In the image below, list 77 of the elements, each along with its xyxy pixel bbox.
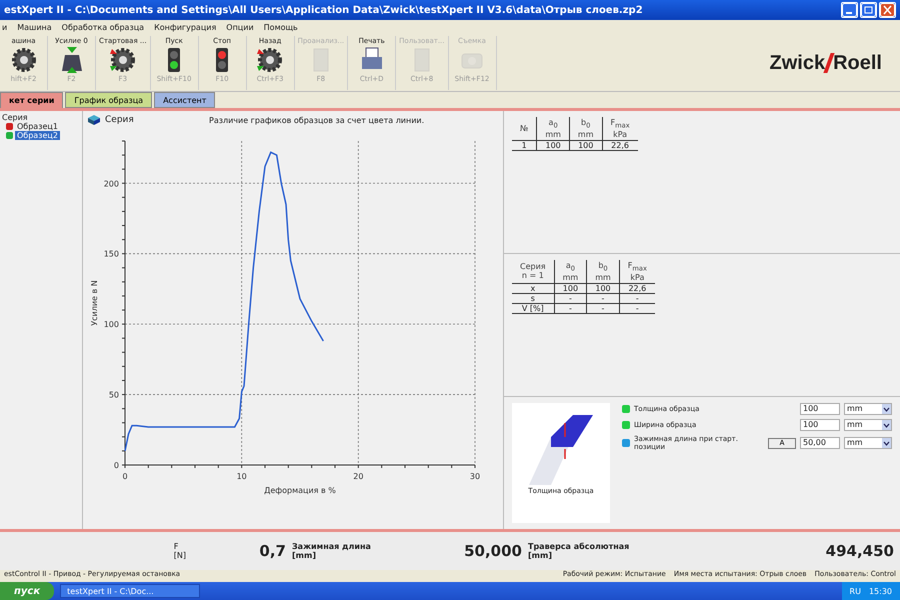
y-tick-label: 100: [104, 320, 119, 330]
reading-value: 494,450: [826, 542, 894, 560]
table-cell: 1: [512, 140, 537, 150]
unit-dropdown[interactable]: mm: [844, 419, 892, 431]
reading-value: 50,000: [464, 542, 522, 560]
reading-name: F: [174, 542, 180, 551]
table-cell: -: [586, 293, 620, 304]
menu-item[interactable]: Обработка образца: [62, 23, 144, 32]
table-cell: 22,6: [619, 283, 655, 294]
y-tick-label: 50: [108, 390, 119, 400]
value-field[interactable]: 100: [800, 403, 840, 415]
table-cell: -: [619, 293, 655, 304]
column-header: F$_{max}$ kPa: [619, 260, 655, 284]
caret-icon: [882, 420, 891, 430]
value-field[interactable]: 100: [800, 419, 840, 431]
table-cell: -: [619, 303, 655, 314]
table-cell: 100: [554, 283, 587, 294]
x-tick-label: 30: [470, 472, 480, 481]
tab[interactable]: Ассистент: [154, 92, 216, 108]
language-indicator[interactable]: RU: [850, 586, 861, 596]
maximize-button[interactable]: [860, 2, 877, 18]
table-cell: 100: [586, 283, 620, 294]
caret-icon: [882, 438, 891, 448]
unit-dropdown[interactable]: mm: [844, 437, 892, 449]
table-cell: -: [554, 303, 587, 314]
tree-item[interactable]: Образец1: [15, 122, 60, 131]
table-cell: V [%]: [512, 303, 554, 314]
reading-unit: [N]: [174, 551, 186, 560]
table-cell: 100: [569, 140, 602, 150]
column-header: b$_{0}$ mm: [586, 260, 620, 284]
reading-name: Траверса абсолютная: [528, 542, 630, 551]
menu-item[interactable]: Опции: [226, 23, 254, 32]
window-title: estXpert II - C:\Documents and Settings\All Users\Application Data\Zwick\testXpert II V3.6\data\Отрыв слоев.zp2: [4, 4, 643, 16]
menu-item[interactable]: Машина: [17, 23, 52, 32]
column-header: Серия n = 1: [512, 260, 554, 284]
column-header: b$_{0}$ mm: [569, 117, 602, 140]
table-cell: 22,6: [602, 140, 638, 150]
start-button[interactable]: пуск: [0, 582, 54, 600]
column-header: a$_{0}$ mm: [536, 117, 570, 140]
y-axis-label: Усилие в N: [90, 280, 99, 326]
tree-item[interactable]: Образец2: [15, 131, 60, 140]
x-tick-label: 20: [353, 472, 364, 481]
unit-dropdown[interactable]: mm: [844, 403, 892, 415]
reading-unit: [mm]: [528, 551, 553, 560]
chart-title: Различие графиков образцов за счет цвета линии.: [209, 116, 424, 124]
table-cell: 100: [536, 140, 570, 150]
y-tick-label: 0: [114, 461, 119, 470]
x-tick-label: 10: [236, 472, 247, 481]
panel-heading: Серия: [105, 115, 135, 125]
column-header: №: [512, 117, 537, 140]
column-header: a$_{0}$ mm: [554, 260, 587, 284]
table-cell: -: [586, 303, 620, 314]
reading-name: Зажимная длина: [292, 542, 372, 551]
tab[interactable]: График образца: [65, 92, 152, 108]
x-axis-label: Деформация в %: [264, 486, 336, 495]
minimize-button[interactable]: [841, 2, 858, 18]
menu-item[interactable]: и: [2, 23, 8, 32]
taskbar-button[interactable]: testXpert II - C:\Doc...: [60, 584, 200, 598]
x-tick-label: 0: [122, 472, 128, 481]
column-header: F$_{max}$ kPa: [602, 117, 638, 140]
y-tick-label: 200: [104, 179, 119, 188]
table-cell: s: [512, 293, 554, 304]
table-cell: x: [512, 283, 554, 294]
caret-icon: [882, 404, 891, 414]
tree-item[interactable]: Серия: [2, 113, 80, 122]
gear-arrows-icon: [108, 45, 138, 75]
clock: 15:30: [868, 586, 892, 596]
menu-item[interactable]: Помощь: [264, 23, 298, 32]
reading-unit: [mm]: [292, 551, 317, 560]
tab[interactable]: кет серии: [0, 92, 64, 108]
y-tick-label: 150: [104, 250, 119, 259]
zwick-roell-logo: Zwick Roell: [770, 52, 883, 74]
close-button[interactable]: [879, 2, 896, 18]
table-cell: -: [554, 293, 587, 304]
reading-value: 0,7: [259, 542, 286, 560]
menu-item[interactable]: Конфигурация: [154, 23, 216, 32]
value-field[interactable]: 50,00: [800, 437, 840, 449]
